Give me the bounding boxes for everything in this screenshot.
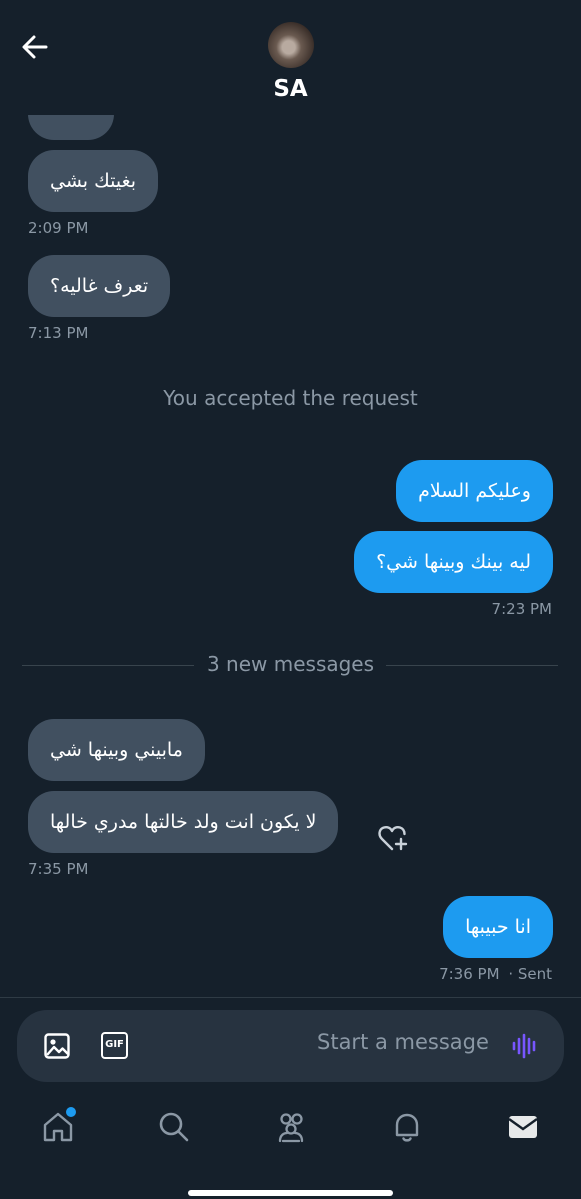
message-timestamp: 7:23 PM — [491, 600, 552, 618]
message-status: · Sent — [508, 965, 552, 983]
messages-icon[interactable] — [506, 1110, 540, 1144]
message-bubble-outgoing[interactable]: انا حبيبها — [443, 896, 553, 958]
message-bubble-incoming[interactable]: لا يكون انت ولد خالتها مدري خالها — [28, 791, 339, 853]
voice-message-icon[interactable] — [511, 1032, 539, 1060]
system-note: You accepted the request — [163, 386, 418, 410]
message-meta: 7:36 PM · Sent — [439, 965, 552, 983]
message-bubble-outgoing[interactable]: ليه بينك وبينها شي؟ — [354, 531, 553, 593]
notification-dot — [64, 1105, 78, 1119]
image-icon[interactable] — [43, 1032, 71, 1060]
composer-separator — [0, 997, 581, 998]
message-bubble-outgoing[interactable]: وعليكم السلام — [396, 460, 553, 522]
communities-icon[interactable] — [274, 1110, 308, 1144]
home-indicator — [188, 1190, 393, 1196]
message-timestamp: 7:35 PM — [28, 860, 89, 878]
search-icon[interactable] — [157, 1110, 191, 1144]
notifications-icon[interactable] — [390, 1110, 424, 1144]
message-timestamp: 7:36 PM — [439, 965, 500, 983]
message-timestamp: 7:13 PM — [28, 324, 89, 342]
divider-line — [386, 665, 558, 666]
message-timestamp: 2:09 PM — [28, 219, 89, 237]
gif-icon[interactable]: GIF — [101, 1032, 128, 1059]
conversation-title[interactable]: SA — [0, 76, 581, 102]
new-messages-divider: 3 new messages — [206, 652, 375, 676]
message-bubble-incoming[interactable]: تعرف غاليه؟ — [28, 255, 171, 317]
message-bubble-incoming[interactable]: مابيني وبينها شي — [28, 719, 205, 781]
bottom-nav — [0, 1095, 581, 1199]
conversation-header: SA — [0, 0, 581, 115]
avatar[interactable] — [268, 22, 314, 68]
message-bubble-incoming[interactable]: بغيتك بشي — [28, 150, 159, 212]
back-arrow-icon[interactable] — [18, 30, 52, 64]
react-heart-icon[interactable] — [377, 823, 409, 853]
message-input[interactable]: Start a message — [317, 1030, 489, 1054]
